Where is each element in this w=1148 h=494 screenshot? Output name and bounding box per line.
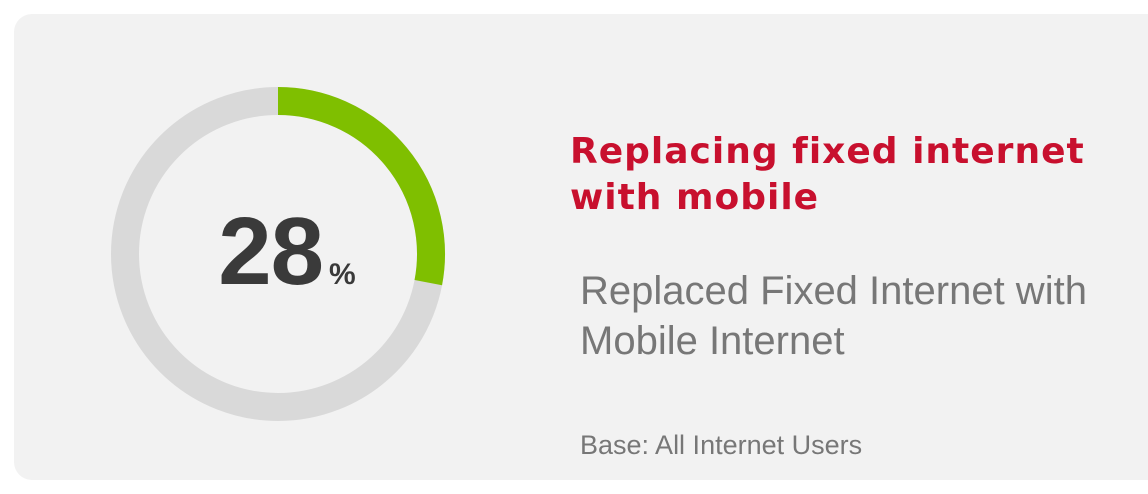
card-description: Replaced Fixed Internet with Mobile Inte… <box>580 269 1087 363</box>
stat-card: 28 % Replacing fixed internet with mobil… <box>14 14 1148 480</box>
percentage-symbol: % <box>329 258 356 291</box>
percentage-value: 28 % <box>202 202 372 302</box>
percentage-number: 28 <box>218 198 324 305</box>
card-title: Replacing fixed internet with mobile <box>570 131 1085 218</box>
base-note: Base: All Internet Users <box>580 430 863 460</box>
